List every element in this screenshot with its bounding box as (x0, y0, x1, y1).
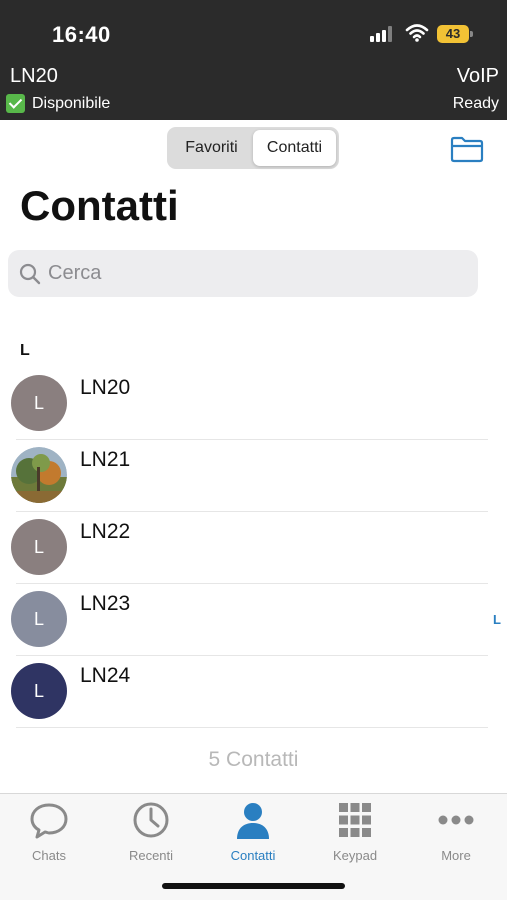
service-state: Ready (452, 95, 499, 112)
contact-name: LN23 (80, 592, 131, 615)
clock-icon (133, 802, 169, 838)
tab-label: Recenti (128, 848, 174, 863)
avatar: L (11, 591, 67, 647)
contact-name: LN24 (80, 664, 131, 687)
contact-row[interactable]: L LN23 (0, 584, 490, 656)
service-name: VoIP (456, 65, 499, 87)
folder-icon[interactable] (450, 135, 484, 163)
chat-bubble-icon (30, 803, 68, 839)
contact-name: LN21 (80, 448, 131, 471)
battery-icon: 43 (437, 25, 473, 43)
tab-label: More (441, 848, 471, 863)
home-indicator[interactable] (162, 883, 345, 889)
contact-row[interactable]: L LN20 (0, 368, 490, 440)
contact-name: LN22 (80, 520, 131, 543)
tab-contatti[interactable]: Contatti (208, 800, 298, 863)
tab-label: Contatti (230, 848, 276, 863)
avatar: L (11, 663, 67, 719)
wifi-icon (405, 24, 429, 42)
search-bar[interactable] (8, 250, 478, 297)
contact-row[interactable]: LN21 (0, 440, 490, 512)
search-icon (19, 263, 41, 284)
avatar-initial: L (33, 680, 44, 701)
cellular-signal-icon (370, 26, 394, 42)
avatar-initial: L (33, 536, 44, 557)
avatar: L (11, 519, 67, 575)
account-name[interactable]: LN20 (10, 65, 58, 88)
avatar-initial: L (33, 392, 44, 413)
status-time: 16:40 (52, 22, 111, 47)
tab-label: Keypad (332, 848, 378, 863)
segmented-control: Favoriti Contatti (167, 127, 339, 169)
avatar-initial: L (33, 608, 44, 629)
search-input[interactable] (48, 262, 448, 285)
tab-keypad[interactable]: Keypad (310, 800, 400, 863)
presence-label: Disponibile (32, 94, 111, 112)
person-icon (237, 803, 269, 839)
page-title: Contatti (20, 182, 179, 229)
presence-check-icon (6, 94, 25, 113)
tab-favorites[interactable]: Favoriti (170, 130, 253, 166)
contact-row[interactable]: L LN24 (0, 656, 490, 728)
tab-chats[interactable]: Chats (4, 800, 94, 863)
section-index-letter[interactable]: L (493, 612, 501, 627)
contact-row[interactable]: L LN22 (0, 512, 490, 584)
more-dots-icon (438, 815, 474, 825)
presence-status[interactable]: Disponibile (6, 94, 110, 113)
tab-recenti[interactable]: Recenti (106, 800, 196, 863)
contact-name: LN20 (80, 376, 131, 399)
section-header: L (20, 342, 30, 359)
tab-more[interactable]: More (411, 800, 501, 863)
keypad-grid-icon (339, 803, 371, 837)
tab-label: Chats (32, 848, 66, 863)
top-bar: 16:40 43 LN20 Disponibile VoIP Ready (0, 0, 507, 120)
avatar: L (11, 375, 67, 431)
battery-level: 43 (437, 25, 469, 43)
avatar-photo (11, 447, 67, 503)
tab-contacts[interactable]: Contatti (253, 130, 336, 166)
contact-count: 5 Contatti (208, 748, 299, 771)
